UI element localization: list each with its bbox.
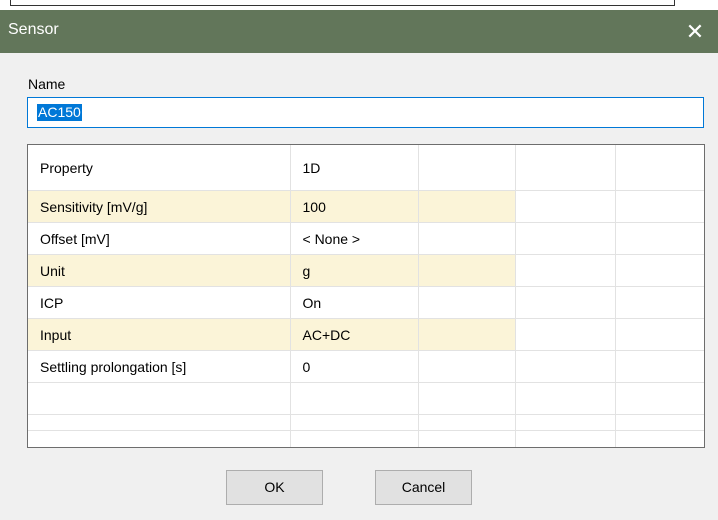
empty-cell <box>615 318 704 351</box>
background-window-edge <box>0 0 718 10</box>
property-value[interactable]: 100 <box>290 190 419 223</box>
cancel-button[interactable]: Cancel <box>375 470 472 505</box>
background-window-border <box>10 0 675 6</box>
table-row[interactable]: Sensitivity [mV/g] 100 <box>28 190 704 223</box>
table-row[interactable]: Input AC+DC <box>28 318 704 351</box>
empty-cell <box>515 350 616 383</box>
name-label: Name <box>28 76 66 92</box>
empty-cell <box>418 254 516 287</box>
table-row[interactable]: ICP On <box>28 286 704 319</box>
grid-header-row: Property 1D <box>28 145 704 191</box>
sensor-dialog: Sensor ✕ Name AC150 Property 1D Sensitiv <box>0 10 718 520</box>
empty-cell <box>515 190 616 223</box>
property-name: Settling prolongation [s] <box>28 350 291 383</box>
empty-cell <box>515 414 616 431</box>
empty-cell <box>515 430 616 447</box>
ok-button[interactable]: OK <box>226 470 323 505</box>
table-row[interactable]: Settling prolongation [s] 0 <box>28 350 704 383</box>
empty-cell <box>418 190 516 223</box>
dialog-title: Sensor <box>8 21 59 38</box>
property-value[interactable]: On <box>290 286 419 319</box>
empty-cell <box>515 318 616 351</box>
column-header-1d[interactable]: 1D <box>290 145 419 191</box>
property-value[interactable]: AC+DC <box>290 318 419 351</box>
property-name: Offset [mV] <box>28 222 291 255</box>
empty-cell <box>418 222 516 255</box>
property-name: Input <box>28 318 291 351</box>
column-header-empty[interactable] <box>418 145 516 191</box>
column-header-property[interactable]: Property <box>28 145 291 191</box>
empty-cell <box>418 286 516 319</box>
empty-cell <box>28 430 291 447</box>
close-icon[interactable]: ✕ <box>672 10 718 53</box>
column-header-empty[interactable] <box>615 145 704 191</box>
empty-cell <box>615 286 704 319</box>
empty-cell <box>418 414 516 431</box>
property-value[interactable]: 0 <box>290 350 419 383</box>
empty-cell <box>515 222 616 255</box>
table-row[interactable] <box>28 414 704 431</box>
property-name: Unit <box>28 254 291 287</box>
empty-cell <box>515 382 616 415</box>
empty-cell <box>290 382 419 415</box>
empty-cell <box>615 430 704 447</box>
name-field-value: AC150 <box>37 104 82 121</box>
empty-cell <box>418 430 516 447</box>
empty-cell <box>615 414 704 431</box>
property-value[interactable]: g <box>290 254 419 287</box>
table-row[interactable]: Unit g <box>28 254 704 287</box>
empty-cell <box>615 254 704 287</box>
empty-cell <box>28 382 291 415</box>
table-row[interactable]: Offset [mV] < None > <box>28 222 704 255</box>
table-row[interactable] <box>28 382 704 415</box>
property-value[interactable]: < None > <box>290 222 419 255</box>
property-name: Sensitivity [mV/g] <box>28 190 291 223</box>
empty-cell <box>290 430 419 447</box>
title-bar: Sensor ✕ <box>0 10 718 53</box>
property-name: ICP <box>28 286 291 319</box>
empty-cell <box>615 350 704 383</box>
name-field[interactable]: AC150 <box>27 97 704 128</box>
empty-cell <box>418 318 516 351</box>
empty-cell <box>615 222 704 255</box>
empty-cell <box>28 414 291 431</box>
property-grid[interactable]: Property 1D Sensitivity [mV/g] 100 Offse… <box>27 144 705 448</box>
empty-cell <box>418 350 516 383</box>
empty-cell <box>615 190 704 223</box>
empty-cell <box>515 286 616 319</box>
column-header-empty[interactable] <box>515 145 616 191</box>
empty-cell <box>615 382 704 415</box>
empty-cell <box>418 382 516 415</box>
empty-cell <box>515 254 616 287</box>
empty-cell <box>290 414 419 431</box>
table-row[interactable] <box>28 430 704 447</box>
